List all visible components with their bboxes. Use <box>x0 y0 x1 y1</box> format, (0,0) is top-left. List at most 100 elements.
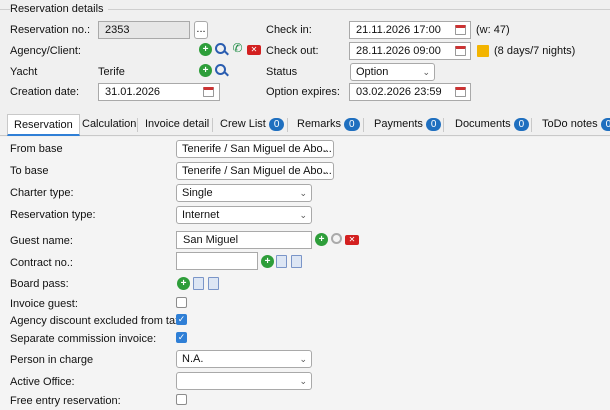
checkout-field[interactable]: 28.11.2026 09:00 <box>349 42 471 60</box>
charter-type-select[interactable]: Single ⌄ <box>176 184 312 202</box>
guest-name-field[interactable]: San Miguel <box>176 231 312 249</box>
tab-calculation[interactable]: Calculation <box>76 114 142 136</box>
status-label: Status <box>266 66 298 78</box>
tab-bar: Reservation Calculation Invoice detail C… <box>0 114 610 136</box>
active-office-label: Active Office: <box>10 376 75 388</box>
calendar-icon[interactable] <box>455 25 466 35</box>
invoice-guest-checkbox[interactable] <box>176 297 187 308</box>
chevron-down-icon: ⌄ <box>299 188 307 198</box>
plus-icon[interactable]: + <box>315 233 328 246</box>
agency-label: Agency/Client: <box>10 45 81 57</box>
option-expires-field[interactable]: 03.02.2026 23:59 <box>349 83 471 101</box>
tab-remarks[interactable]: Remarks 0 <box>291 114 366 136</box>
tab-label: Calculation <box>82 118 137 130</box>
count-badge: 0 <box>513 118 530 131</box>
checkin-field[interactable]: 21.11.2026 17:00 <box>349 21 471 39</box>
search-icon[interactable] <box>215 43 226 54</box>
phone-icon[interactable]: ✆ <box>231 42 244 55</box>
document-icon[interactable] <box>208 277 219 290</box>
count-badge: 0/0 <box>600 118 610 131</box>
checkin-week: (w: 47) <box>476 24 510 36</box>
chevron-down-icon: ⌄ <box>321 144 329 154</box>
tab-invoice-detail[interactable]: Invoice detail <box>139 114 215 136</box>
search-icon[interactable] <box>331 233 342 244</box>
tab-label: Documents <box>455 118 511 130</box>
document-icon[interactable] <box>291 255 302 268</box>
chevron-down-icon: ⌄ <box>299 376 307 386</box>
active-office-select[interactable]: ⌄ <box>176 372 312 390</box>
yacht-label: Yacht <box>10 66 38 78</box>
count-badge: 0 <box>268 118 285 131</box>
creation-date-field[interactable]: 31.01.2026 <box>98 83 220 101</box>
charter-type-value: Single <box>182 187 213 199</box>
tab-todo-notes[interactable]: ToDo notes0/0 <box>536 114 610 136</box>
chevron-down-icon: ⌄ <box>321 166 329 176</box>
charter-type-label: Charter type: <box>10 187 74 199</box>
tab-separator <box>212 118 213 132</box>
tab-label: Reservation <box>14 119 73 131</box>
plus-icon[interactable]: + <box>199 64 212 77</box>
to-base-select[interactable]: Tenerife / San Miguel de Abo... ⌄ <box>176 162 334 180</box>
tab-label: Crew List <box>220 118 266 130</box>
person-in-charge-select[interactable]: N.A. ⌄ <box>176 350 312 368</box>
contract-no-field[interactable] <box>176 252 258 270</box>
tab-label: ToDo notes <box>542 118 598 130</box>
tab-reservation[interactable]: Reservation <box>7 114 80 136</box>
note-icon[interactable] <box>477 45 489 57</box>
agency-discount-label: Agency discount excluded from tax <box>10 315 181 327</box>
tab-label: Invoice detail <box>145 118 210 130</box>
reservation-no-field[interactable]: 2353 <box>98 21 190 39</box>
invoice-guest-label: Invoice guest: <box>10 298 78 310</box>
person-in-charge-label: Person in charge <box>10 354 94 366</box>
remove-icon[interactable]: ✕ <box>345 235 359 245</box>
free-entry-label: Free entry reservation: <box>10 395 121 407</box>
chevron-down-icon: ⌄ <box>422 67 430 77</box>
chevron-down-icon: ⌄ <box>299 354 307 364</box>
reservation-type-select[interactable]: Internet ⌄ <box>176 206 312 224</box>
document-icon[interactable] <box>193 277 204 290</box>
from-base-select[interactable]: Tenerife / San Miguel de Abo... ⌄ <box>176 140 334 158</box>
reservation-type-value: Internet <box>182 209 220 221</box>
reservation-no-label: Reservation no.: <box>10 24 91 36</box>
tab-label: Payments <box>374 118 423 130</box>
tab-label: Remarks <box>297 118 342 130</box>
separate-commission-label: Separate commission invoice: <box>10 333 157 345</box>
plus-icon[interactable]: + <box>177 277 190 290</box>
tab-separator <box>443 118 444 132</box>
tab-separator <box>287 118 288 132</box>
reservation-type-label: Reservation type: <box>10 209 96 221</box>
tab-crew-list[interactable]: Crew List 0 <box>214 114 290 136</box>
to-base-label: To base <box>10 165 49 177</box>
tab-payments[interactable]: Payments 0 <box>368 114 447 136</box>
count-badge: 0 <box>425 118 442 131</box>
calendar-icon[interactable] <box>455 87 466 97</box>
status-value: Option <box>356 66 389 78</box>
person-in-charge-value: N.A. <box>182 353 204 365</box>
contract-no-label: Contract no.: <box>10 257 73 269</box>
status-select[interactable]: Option ⌄ <box>350 63 435 81</box>
reservation-lookup-button[interactable]: ... <box>194 21 208 39</box>
from-base-value: Tenerife / San Miguel de Abo... <box>182 143 332 155</box>
calendar-icon[interactable] <box>203 87 214 97</box>
tab-separator <box>531 118 532 132</box>
to-base-value: Tenerife / San Miguel de Abo... <box>182 165 332 177</box>
count-badge: 0 <box>344 118 360 131</box>
option-expires-label: Option expires: <box>266 86 340 98</box>
free-entry-checkbox[interactable] <box>176 394 187 405</box>
section-title: Reservation details <box>10 3 108 15</box>
checkout-duration: (8 days/7 nights) <box>494 45 576 57</box>
plus-icon[interactable]: + <box>199 43 212 56</box>
plus-icon[interactable]: + <box>261 255 274 268</box>
board-pass-label: Board pass: <box>10 278 69 290</box>
agency-discount-checkbox[interactable]: ✓ <box>176 314 187 325</box>
search-icon[interactable] <box>215 64 226 75</box>
chevron-down-icon: ⌄ <box>299 210 307 220</box>
tab-separator <box>363 118 364 132</box>
separate-commission-checkbox[interactable]: ✓ <box>176 332 187 343</box>
guest-name-label: Guest name: <box>10 235 73 247</box>
document-icon[interactable] <box>276 255 287 268</box>
from-base-label: From base <box>10 143 63 155</box>
calendar-icon[interactable] <box>455 46 466 56</box>
tab-documents[interactable]: Documents 0 <box>449 114 535 136</box>
remove-icon[interactable]: ✕ <box>247 45 261 55</box>
